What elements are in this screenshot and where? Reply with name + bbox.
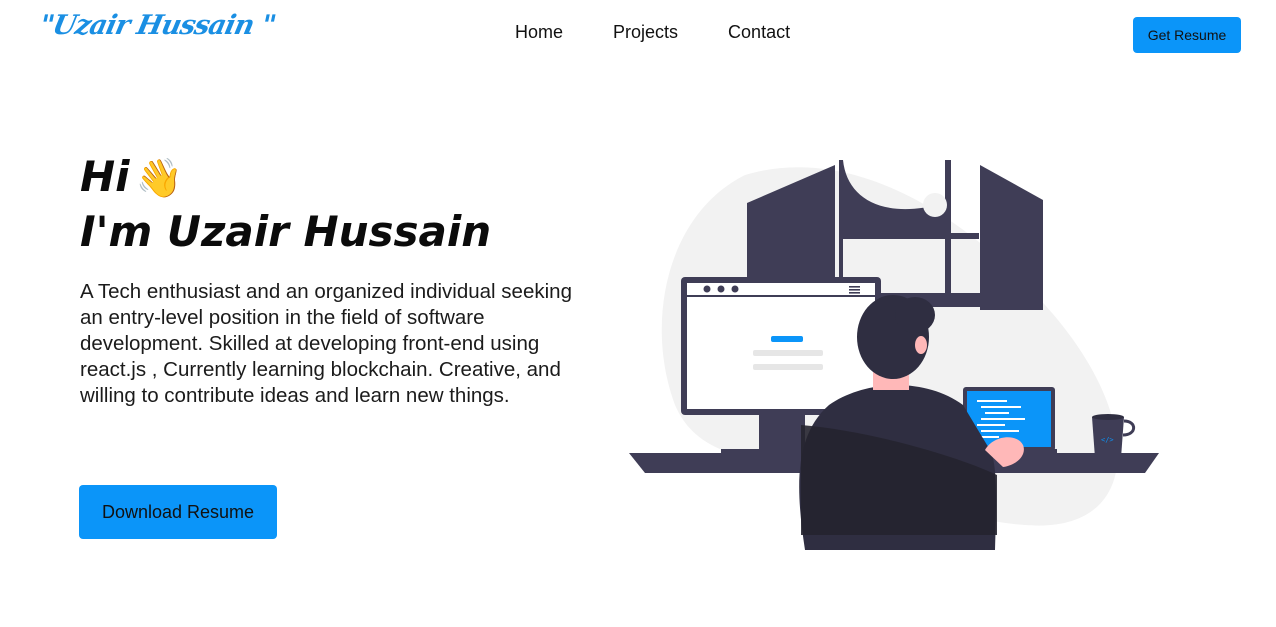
nav-contact[interactable]: Contact (728, 22, 790, 43)
svg-text:</>: </> (1101, 436, 1114, 444)
hero-description: A Tech enthusiast and an organized indiv… (80, 280, 572, 407)
developer-illustration: </> (629, 160, 1159, 550)
main-nav: Home Projects Contact (515, 22, 840, 43)
site-header: "Uzair Hussain " Home Projects Contact G… (0, 0, 1276, 66)
greeting-line: Hi 👋 (80, 150, 491, 205)
hero-name: I'm Uzair Hussain (80, 207, 492, 256)
site-logo[interactable]: "Uzair Hussain " (37, 10, 278, 41)
page: "Uzair Hussain " Home Projects Contact G… (0, 0, 1276, 627)
get-resume-button[interactable]: Get Resume (1133, 17, 1241, 53)
coffee-mug: </> (1092, 414, 1136, 458)
waving-hand-icon: 👋 (135, 156, 183, 200)
download-resume-button[interactable]: Download Resume (79, 485, 277, 539)
nav-home[interactable]: Home (515, 22, 563, 43)
hero-heading: Hi 👋 I'm Uzair Hussain (80, 150, 491, 259)
nav-projects[interactable]: Projects (613, 22, 678, 43)
greeting-text: Hi (80, 152, 130, 201)
